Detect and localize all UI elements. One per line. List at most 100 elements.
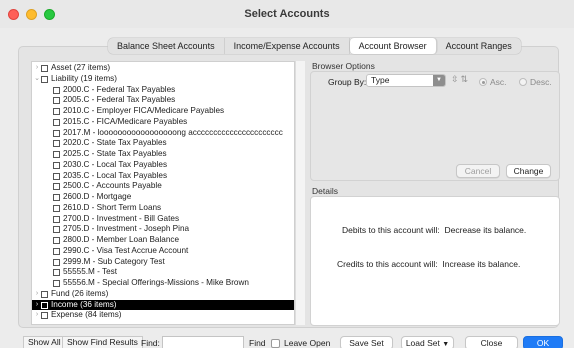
tree-row-label: 2700.D - Investment - Bill Gates	[63, 213, 180, 223]
tab-balance-sheet-accounts[interactable]: Balance Sheet Accounts	[108, 38, 225, 54]
account-checkbox[interactable]	[41, 290, 48, 298]
tree-account-row[interactable]: 2030.C - Local Tax Payables	[32, 160, 294, 171]
account-checkbox[interactable]	[53, 204, 60, 212]
account-checkbox[interactable]	[53, 247, 60, 255]
asc-label: Asc.	[490, 77, 507, 87]
account-checkbox[interactable]	[53, 161, 60, 169]
tree-account-row[interactable]: 2025.C - State Tax Payables	[32, 149, 294, 160]
show-all-button[interactable]: Show All	[23, 336, 66, 348]
tree-account-row[interactable]: 2999.M - Sub Category Test	[32, 257, 294, 268]
close-button[interactable]: Close	[465, 336, 518, 348]
leave-open-checkbox[interactable]	[271, 339, 280, 348]
tab-account-browser[interactable]: Account Browser	[349, 38, 437, 54]
tree-account-row[interactable]: 2010.C - Employer FICA/Medicare Payables	[32, 106, 294, 117]
ok-button[interactable]: OK	[523, 336, 563, 348]
change-button[interactable]: Change	[506, 164, 551, 178]
save-set-button[interactable]: Save Set	[340, 336, 393, 348]
account-checkbox[interactable]	[41, 312, 48, 320]
account-checkbox[interactable]	[53, 151, 60, 158]
cancel-button[interactable]: Cancel	[456, 164, 500, 178]
close-window-button[interactable]	[8, 9, 19, 20]
account-checkbox[interactable]	[53, 183, 60, 191]
tree-row-label: 2035.C - Local Tax Payables	[63, 170, 168, 180]
asc-radio[interactable]	[479, 78, 487, 86]
account-checkbox[interactable]	[53, 118, 60, 126]
tree-group-row[interactable]: › Income (36 items)	[32, 299, 294, 311]
chevron-right-icon[interactable]: ›	[34, 310, 40, 321]
account-checkbox[interactable]	[53, 140, 60, 148]
find-input[interactable]	[162, 336, 244, 348]
account-checkbox[interactable]	[53, 280, 60, 287]
zoom-window-button[interactable]	[44, 9, 55, 20]
window-controls	[8, 9, 55, 20]
title-bar: Select Accounts	[0, 0, 574, 28]
show-find-results-button[interactable]: Show Find Results	[62, 336, 143, 348]
credits-label: Credits to this account will:	[337, 259, 438, 269]
desc-radio[interactable]	[519, 78, 527, 86]
account-checkbox[interactable]	[53, 215, 60, 223]
account-tree-scrollbar[interactable]	[295, 61, 305, 325]
tree-row-label: 2000.C - Federal Tax Payables	[63, 84, 176, 94]
tree-account-row[interactable]: 2990.C - Visa Test Accrue Account	[32, 246, 294, 257]
tree-account-row[interactable]: 2600.D - Mortgage	[32, 192, 294, 203]
tree-row-label: 2600.D - Mortgage	[63, 192, 132, 201]
account-checkbox[interactable]	[53, 108, 60, 115]
tree-group-row[interactable]: › Expense (84 items)	[32, 310, 294, 321]
sort-order-icon[interactable]: ⇳	[451, 74, 459, 85]
chevron-down-icon: ▼	[442, 341, 450, 348]
account-checkbox[interactable]	[53, 97, 60, 105]
find-label: Find:	[141, 338, 160, 348]
account-checkbox[interactable]	[53, 226, 60, 234]
tab-account-ranges[interactable]: Account Ranges	[437, 38, 521, 54]
chevron-right-icon[interactable]: ›	[34, 289, 40, 300]
tree-account-row[interactable]: 2700.D - Investment - Bill Gates	[32, 214, 294, 225]
tree-account-row[interactable]: 2800.D - Member Loan Balance	[32, 235, 294, 246]
tab-income-expense-accounts[interactable]: Income/Expense Accounts	[225, 38, 350, 54]
tree-row-label: 2990.C - Visa Test Accrue Account	[63, 245, 189, 255]
account-checkbox[interactable]	[53, 237, 60, 244]
group-by-select[interactable]: Type ▼	[366, 74, 446, 87]
minimize-window-button[interactable]	[26, 9, 37, 20]
account-checkbox[interactable]	[41, 75, 48, 83]
desc-radio-group[interactable]: Desc.	[519, 77, 552, 87]
asc-radio-group[interactable]: Asc.	[479, 77, 507, 87]
tree-account-row[interactable]: 55556.M - Special Offerings-Missions - M…	[32, 278, 294, 289]
tree-account-row[interactable]: 2005.C - Federal Tax Payables	[32, 95, 294, 106]
tree-row-label: 2020.C - State Tax Payables	[63, 138, 167, 148]
account-checkbox[interactable]	[53, 258, 60, 266]
account-checkbox[interactable]	[41, 65, 48, 72]
tree-group-row[interactable]: ⌄ Liability (19 items)	[32, 74, 294, 85]
account-tree[interactable]: › Asset (27 items) ⌄ Liability (19 items) 20…	[31, 61, 295, 325]
account-checkbox[interactable]	[53, 194, 60, 201]
tree-account-row[interactable]: 2017.M - looooooooooooooooong accccccccc…	[32, 128, 294, 139]
tree-account-row[interactable]: 2000.C - Federal Tax Payables	[32, 85, 294, 96]
tree-row-label: Liability (19 items)	[51, 73, 117, 83]
tree-row-label: 2610.D - Short Term Loans	[63, 202, 162, 212]
account-checkbox[interactable]	[41, 301, 48, 309]
debits-value: Decrease its balance.	[444, 225, 527, 235]
tree-row-label: 55556.M - Special Offerings-Missions - M…	[63, 278, 249, 287]
tree-account-row[interactable]: 2705.D - Investment - Joseph Pina	[32, 224, 294, 235]
group-by-label: Group By:	[328, 77, 367, 87]
tree-group-row[interactable]: › Asset (27 items)	[32, 63, 294, 74]
account-checkbox[interactable]	[53, 269, 60, 277]
account-checkbox[interactable]	[53, 86, 60, 94]
tree-account-row[interactable]: 2610.D - Short Term Loans	[32, 203, 294, 214]
find-button[interactable]: Find	[249, 338, 266, 348]
chevron-down-icon[interactable]: ⌄	[34, 74, 40, 85]
chevron-right-icon[interactable]: ›	[34, 63, 40, 74]
tree-account-row[interactable]: 2020.C - State Tax Payables	[32, 138, 294, 149]
tree-account-row[interactable]: 2015.C - FICA/Medicare Payables	[32, 117, 294, 128]
account-checkbox[interactable]	[53, 172, 60, 180]
tree-group-row[interactable]: › Fund (26 items)	[32, 289, 294, 300]
chevron-right-icon[interactable]: ›	[34, 300, 40, 311]
chevron-down-icon: ▼	[433, 75, 445, 86]
desc-label: Desc.	[530, 77, 552, 87]
tree-account-row[interactable]: 2035.C - Local Tax Payables	[32, 171, 294, 182]
tree-row-label: Expense (84 items)	[51, 310, 122, 320]
sort-az-icon[interactable]: ⇅	[461, 74, 469, 85]
account-checkbox[interactable]	[53, 129, 60, 137]
tree-account-row[interactable]: 55555.M - Test	[32, 267, 294, 278]
load-set-button[interactable]: Load Set ▼	[401, 336, 454, 348]
tree-account-row[interactable]: 2500.C - Accounts Payable	[32, 181, 294, 192]
